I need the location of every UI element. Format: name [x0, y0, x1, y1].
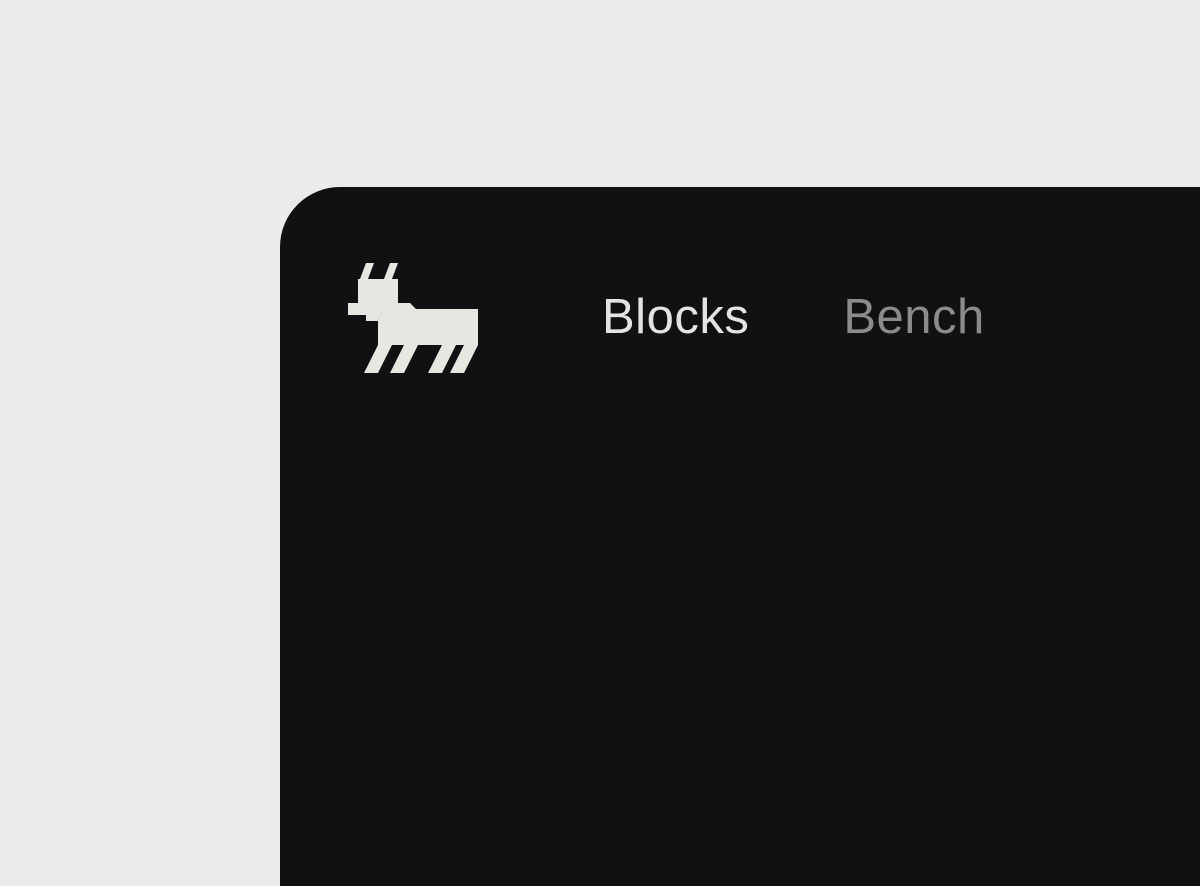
main-nav: Blocks Bench [602, 287, 985, 347]
page-background: Blocks Bench [0, 0, 1200, 886]
goat-icon [348, 263, 478, 373]
home-logo[interactable] [348, 263, 482, 373]
nav-link-blocks[interactable]: Blocks [602, 287, 749, 347]
app-window: Blocks Bench [280, 187, 1200, 886]
nav-link-bench[interactable]: Bench [843, 287, 984, 347]
